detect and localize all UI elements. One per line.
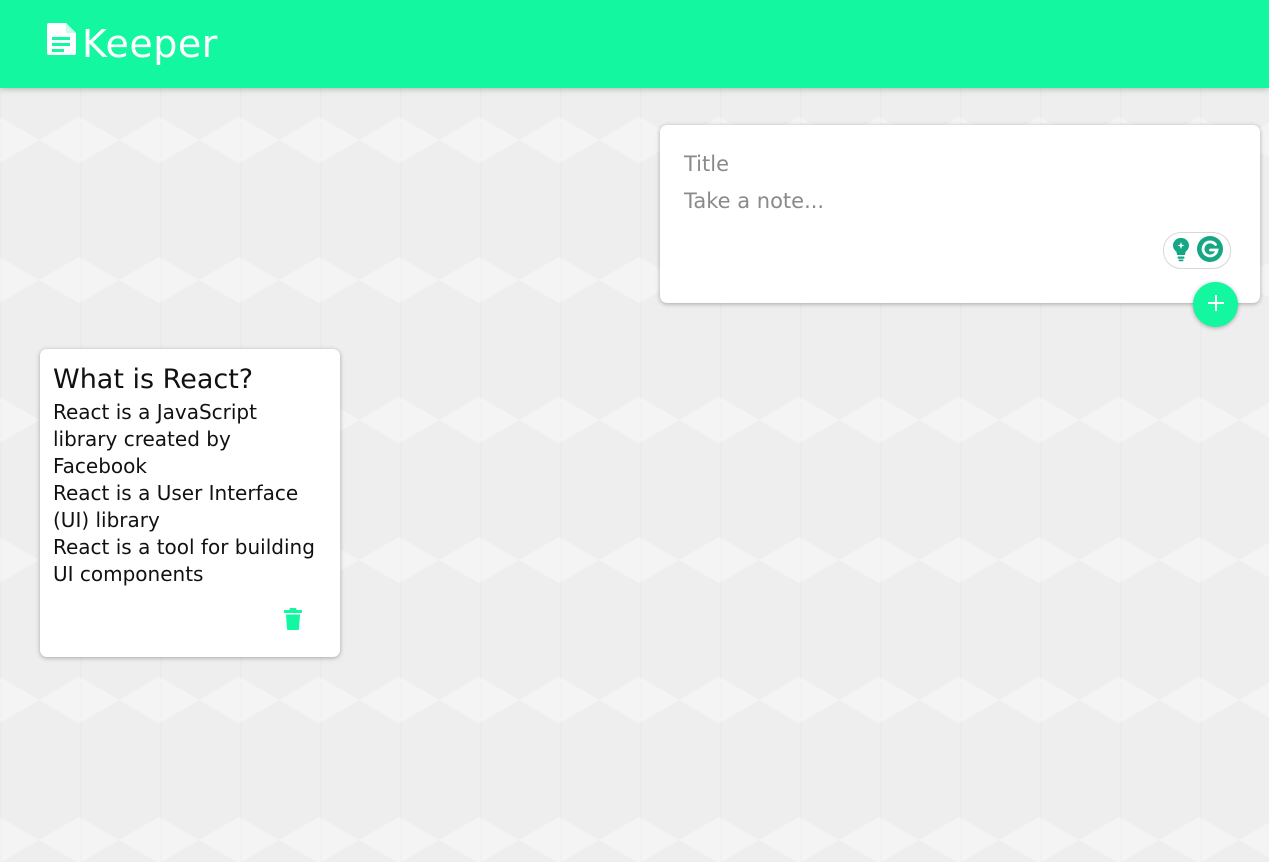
- delete-note-button[interactable]: [278, 605, 308, 635]
- extension-widget[interactable]: [1163, 232, 1231, 269]
- note-title: What is React?: [53, 364, 254, 395]
- app-title: Keeper: [82, 22, 218, 66]
- add-note-button[interactable]: [1193, 282, 1238, 327]
- create-note-form: [660, 125, 1260, 303]
- grammarly-icon[interactable]: [1196, 235, 1224, 267]
- note-document-icon: [44, 22, 78, 58]
- note-content: React is a JavaScript library created by…: [53, 400, 315, 586]
- note-card: What is React? React is a JavaScript lib…: [40, 349, 340, 657]
- plus-icon: [1206, 293, 1226, 316]
- app-header: Keeper: [0, 0, 1269, 88]
- note-content-textarea[interactable]: [684, 189, 1224, 229]
- trash-icon: [283, 607, 303, 634]
- note-title-input[interactable]: [684, 149, 1224, 179]
- lightbulb-icon[interactable]: [1170, 236, 1192, 266]
- app-logo: Keeper: [44, 22, 218, 66]
